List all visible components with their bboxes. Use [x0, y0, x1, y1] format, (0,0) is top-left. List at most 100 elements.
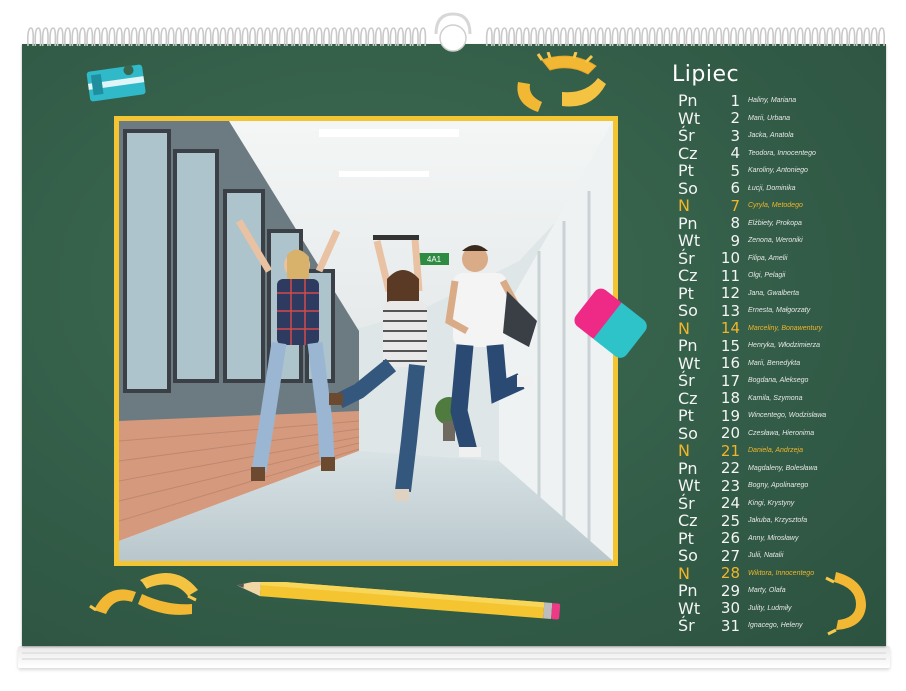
binding-coil [559, 27, 567, 47]
day-number: 11 [720, 266, 740, 285]
binding-coil [241, 27, 249, 47]
sharpener-icon [86, 64, 146, 102]
calendar-day-row: Śr 31 Ignacego, Heleny [672, 616, 872, 635]
weekday-label: Pn [678, 336, 698, 356]
binding-coil [27, 27, 35, 47]
binding-coil [752, 27, 760, 47]
name-day-text: Jakuba, Krzysztofa [748, 517, 808, 525]
name-day-text: Kingi, Krystyny [748, 499, 795, 507]
name-day-text: Haliny, Mariana [748, 97, 797, 105]
calendar-day-row: Śr 24 Kingi, Krystyny [672, 494, 872, 513]
binding-coil [167, 27, 175, 47]
name-day-text: Łucji, Dominika [748, 184, 796, 192]
binding-coil [552, 27, 560, 47]
binding-coil [219, 27, 227, 47]
weekday-label: Wt [678, 108, 701, 128]
name-day-text: Teodora, Innocentego [748, 149, 816, 157]
binding-coil [78, 27, 86, 47]
day-number: 21 [720, 441, 740, 460]
binding-coil [308, 27, 316, 47]
calendar-day-row: So 27 Julii, Natalii [672, 546, 872, 566]
binding-coil [175, 27, 183, 47]
hanger-hook [434, 12, 472, 52]
binding-coil [589, 27, 597, 47]
binding-coil [286, 27, 294, 47]
binding-coil [249, 27, 257, 47]
binding-coil [315, 27, 323, 47]
binding-coil [49, 27, 57, 47]
binding-coil [189, 27, 197, 47]
sheet-divider [22, 658, 886, 660]
calendar-day-row: Cz 4 Teodora, Innocentego [672, 144, 872, 163]
weekday-label: Śr [678, 371, 695, 391]
pencil-shaving-icon [89, 572, 198, 615]
calendar-day-row: Wt 2 Marii, Urbana [672, 108, 872, 128]
calendar-day-row: Wt 9 Zenona, Weroniki [672, 231, 872, 250]
calendar-day-row: Pn 15 Henryka, Włodzimierza [672, 336, 872, 356]
binding-coil [278, 27, 286, 47]
name-day-text: Ernesta, Małgorzaty [748, 307, 811, 315]
calendar-day-row: Pn 22 Magdaleny, Bolesława [672, 459, 872, 478]
day-number: 3 [730, 126, 740, 145]
name-day-text: Bogdana, Aleksego [748, 377, 809, 385]
binding-coil [182, 27, 190, 47]
calendar-day-row: Cz 25 Jakuba, Krzysztofa [672, 511, 872, 530]
weekday-label: So [678, 301, 698, 321]
binding-coil [611, 27, 619, 47]
day-number: 8 [730, 214, 740, 233]
binding-coil [71, 27, 79, 47]
binding-coil [500, 27, 508, 47]
binding-coil [152, 27, 160, 47]
binding-coil [848, 27, 856, 47]
calendar-day-row: So 20 Czesława, Hieronima [672, 424, 872, 443]
binding-coil [123, 27, 131, 47]
day-number: 30 [720, 599, 740, 618]
name-day-text: Olgi, Pelagii [748, 272, 786, 280]
binding-coil [707, 27, 715, 47]
binding-coil [545, 27, 553, 47]
binding-coil [256, 27, 264, 47]
binding-coil [138, 27, 146, 47]
calendar-day-row: Wt 16 Marii, Benedykta [672, 353, 872, 373]
binding-coil [604, 27, 612, 47]
binding-coil [204, 27, 212, 47]
weekday-label: Śr [678, 248, 695, 268]
binding-coil [774, 27, 782, 47]
binding-coil [263, 27, 271, 47]
day-number: 31 [720, 616, 740, 635]
binding-coil [108, 27, 116, 47]
binding-coil [352, 27, 360, 47]
sheet-divider [22, 652, 886, 654]
binding-coil [841, 27, 849, 47]
name-day-text: Jana, Gwalberta [748, 289, 799, 297]
day-number: 20 [720, 424, 740, 443]
calendar-day-list: Pn 1 Haliny, Mariana Wt 2 Marii, Urbana Śr 3 Jac… [672, 91, 872, 635]
binding-coil [633, 27, 641, 47]
binding-coil [93, 27, 101, 47]
weekday-label: So [678, 546, 698, 566]
day-number: 10 [720, 249, 740, 268]
name-day-text: Czesława, Hieronima [748, 429, 815, 437]
binding-coil [626, 27, 634, 47]
weekday-label: N [678, 563, 690, 583]
day-number: 19 [720, 406, 740, 425]
binding-coil [323, 27, 331, 47]
day-number: 28 [720, 564, 740, 583]
weekday-label: N [678, 196, 690, 216]
binding-coil [337, 27, 345, 47]
binding-coil [826, 27, 834, 47]
day-number: 22 [720, 459, 740, 478]
name-day-text: Wiktora, Innocentego [748, 569, 815, 577]
photo-frame: 4A1 [114, 116, 618, 566]
binding-coil [685, 27, 693, 47]
binding-coil [789, 27, 797, 47]
binding-coil [744, 27, 752, 47]
weekday-label: Wt [678, 353, 701, 373]
binding-coil [804, 27, 812, 47]
name-day-text: Marii, Urbana [748, 114, 791, 122]
binding-coil [870, 27, 878, 47]
binding-coil [833, 27, 841, 47]
calendar-day-row: Śr 10 Filipa, Amelii [672, 248, 872, 268]
weekday-label: N [678, 441, 690, 461]
binding-coil [300, 27, 308, 47]
